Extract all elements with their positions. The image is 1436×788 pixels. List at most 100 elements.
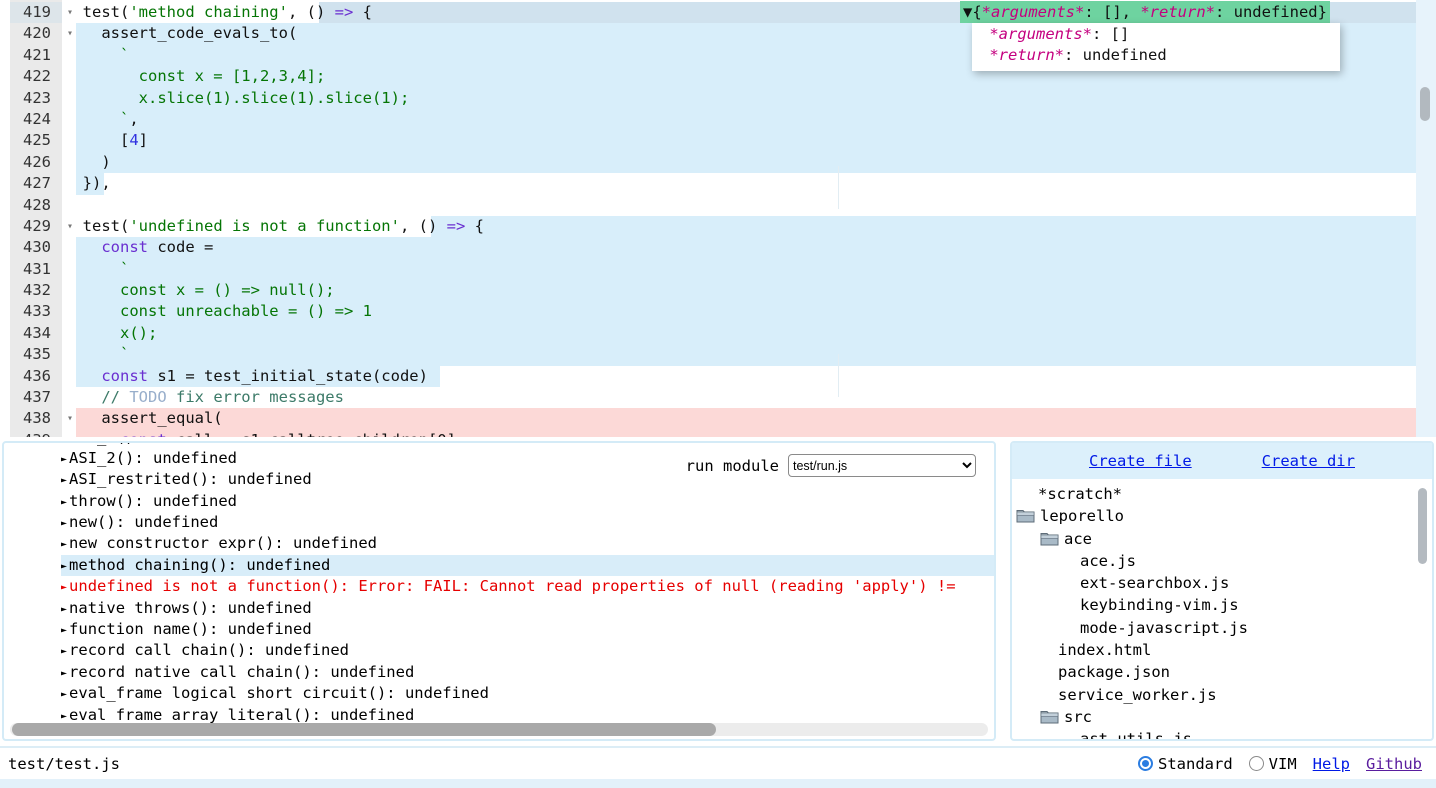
- code-line[interactable]: const x = () => null();: [64, 280, 1416, 301]
- expand-arrow-icon[interactable]: ►: [61, 625, 67, 636]
- tree-file-item[interactable]: ext-searchbox.js: [1012, 572, 1432, 594]
- test-result-item[interactable]: ►record native call chain(): undefined: [61, 662, 994, 683]
- gutter-line-number: 433: [10, 301, 62, 322]
- editor-scrollbar-thumb[interactable]: [1420, 87, 1430, 121]
- code-line[interactable]: const code =: [64, 237, 1416, 258]
- fold-caret-icon[interactable]: ▾: [67, 216, 73, 237]
- eval-highlight: [76, 109, 1416, 130]
- gutter-line-number: 423: [10, 88, 62, 109]
- tree-file-item[interactable]: keybinding-vim.js: [1012, 594, 1432, 616]
- tree-file-item[interactable]: ast_utils.js: [1012, 728, 1432, 739]
- test-result-item[interactable]: ►function name(): undefined: [61, 619, 994, 640]
- code-line[interactable]: assert_equal(: [64, 408, 1416, 429]
- expand-arrow-icon[interactable]: ►: [61, 711, 67, 722]
- code-line[interactable]: `: [64, 259, 1416, 280]
- files-scrollbar-thumb[interactable]: [1418, 488, 1427, 564]
- value-explorer-header[interactable]: ▼{*arguments*: [], *return*: undefined}: [960, 1, 1330, 23]
- test-result-label: undefined is not a function(): Error: FA…: [69, 577, 956, 595]
- tree-dir-item[interactable]: leporello: [1012, 505, 1432, 527]
- output-hscrollbar[interactable]: [10, 723, 988, 736]
- code-line[interactable]: [64, 195, 1416, 216]
- test-result-item[interactable]: ►new(): undefined: [61, 512, 994, 533]
- gutter-line-number: 419▾: [10, 2, 62, 23]
- code-line[interactable]: const s1 = test_initial_state(code): [64, 366, 1416, 387]
- create-dir-link[interactable]: Create dir: [1262, 452, 1355, 470]
- radio-selected-icon[interactable]: [1138, 756, 1153, 771]
- code-line[interactable]: [4]: [64, 130, 1416, 151]
- expand-arrow-icon[interactable]: ►: [61, 518, 67, 529]
- code-line[interactable]: test('undefined is not a function', () =…: [64, 216, 1416, 237]
- help-link[interactable]: Help: [1313, 755, 1350, 773]
- gutter-line-number: 435: [10, 344, 62, 365]
- test-result-item[interactable]: ►undefined is not a function(): Error: F…: [61, 576, 994, 597]
- code-line[interactable]: x.slice(1).slice(1).slice(1);: [64, 88, 1416, 109]
- tree-dir-item[interactable]: src: [1012, 706, 1432, 728]
- tree-file-item[interactable]: package.json: [1012, 661, 1432, 683]
- tree-item-label: ext-searchbox.js: [1080, 572, 1229, 594]
- code-line[interactable]: const unreachable = () => 1: [64, 301, 1416, 322]
- gutter-line-number: 429▾: [10, 216, 62, 237]
- radio-unselected-icon[interactable]: [1249, 756, 1264, 771]
- expand-arrow-icon[interactable]: ►: [61, 668, 67, 679]
- expand-arrow-icon[interactable]: ►: [61, 646, 67, 657]
- value-explorer-row[interactable]: *return*: undefined: [980, 45, 1332, 66]
- expand-arrow-icon[interactable]: ►: [61, 475, 67, 486]
- tree-file-item[interactable]: *scratch*: [1012, 483, 1432, 505]
- code-editor[interactable]: 419▾420▾421422423424425426427428429▾4304…: [0, 0, 1436, 437]
- create-file-link[interactable]: Create file: [1089, 452, 1192, 470]
- gutter-line-number: 430: [10, 237, 62, 258]
- radio-label: Standard: [1158, 755, 1233, 773]
- tree-item-label: *scratch*: [1038, 483, 1122, 505]
- test-result-item[interactable]: ►ASI_1(): undefined: [61, 441, 994, 448]
- expand-arrow-icon[interactable]: ►: [61, 539, 67, 550]
- test-result-item[interactable]: ►eval_frame logical short circuit(): und…: [61, 683, 994, 704]
- editor-scrollbar[interactable]: [1416, 0, 1436, 437]
- expand-arrow-icon[interactable]: ►: [61, 497, 67, 508]
- expand-arrow-icon[interactable]: ►: [61, 689, 67, 700]
- eval-highlight: [76, 323, 1416, 344]
- gutter-line-number: 426: [10, 152, 62, 173]
- expand-arrow-icon[interactable]: ►: [61, 561, 67, 572]
- test-result-item[interactable]: ►record call chain(): undefined: [61, 640, 994, 661]
- tree-file-item[interactable]: ace.js: [1012, 550, 1432, 572]
- output-hscrollbar-thumb[interactable]: [12, 723, 716, 736]
- value-explorer-body: *arguments*: [] *return*: undefined: [972, 23, 1340, 71]
- test-result-item[interactable]: ►method chaining(): undefined: [61, 555, 994, 576]
- expand-arrow-icon[interactable]: ►: [61, 441, 67, 444]
- code-line[interactable]: x();: [64, 323, 1416, 344]
- tree-file-item[interactable]: mode-javascript.js: [1012, 617, 1432, 639]
- test-result-label: eval_frame array_literal(): undefined: [69, 706, 414, 724]
- keybinding-vim-radio[interactable]: VIM: [1249, 755, 1297, 773]
- tree-item-label: src: [1064, 706, 1092, 728]
- tree-file-item[interactable]: index.html: [1012, 639, 1432, 661]
- code-line[interactable]: }),: [64, 173, 1416, 194]
- code-line[interactable]: ): [64, 152, 1416, 173]
- test-result-item[interactable]: ►native throws(): undefined: [61, 598, 994, 619]
- test-result-item[interactable]: ►throw(): undefined: [61, 491, 994, 512]
- run-module-select[interactable]: test/run.js: [788, 454, 976, 477]
- fold-caret-icon[interactable]: ▾: [67, 408, 73, 429]
- pane-divider: [838, 166, 839, 209]
- github-link[interactable]: Github: [1366, 755, 1422, 773]
- fold-caret-icon[interactable]: ▾: [67, 23, 73, 44]
- keybinding-standard-radio[interactable]: Standard: [1138, 755, 1233, 773]
- tree-item-label: keybinding-vim.js: [1080, 594, 1239, 616]
- code-line[interactable]: `,: [64, 109, 1416, 130]
- test-result-item[interactable]: ►new constructor expr(): undefined: [61, 533, 994, 554]
- gutter-line-number: 431: [10, 259, 62, 280]
- expand-arrow-icon[interactable]: ►: [61, 454, 67, 465]
- value-explorer-row[interactable]: *arguments*: []: [980, 24, 1332, 45]
- eval-highlight: [76, 237, 1416, 258]
- test-output-panel: ►ASI_1(): undefined►ASI_2(): undefined►A…: [2, 441, 996, 741]
- code-line[interactable]: `: [64, 344, 1416, 365]
- tree-file-item[interactable]: service_worker.js: [1012, 684, 1432, 706]
- test-result-label: record native call chain(): undefined: [69, 663, 414, 681]
- expand-arrow-icon[interactable]: ►: [61, 604, 67, 615]
- tree-dir-item[interactable]: ace: [1012, 528, 1432, 550]
- code-line[interactable]: // TODO fix error messages: [64, 387, 1416, 408]
- test-result-label: new constructor expr(): undefined: [69, 534, 377, 552]
- expand-arrow-icon[interactable]: ►: [61, 582, 67, 593]
- code-line[interactable]: const call = s1.calltree.children[0]: [64, 430, 1416, 437]
- status-bar: test/test.js Standard VIM Help Github: [0, 746, 1436, 779]
- fold-caret-icon[interactable]: ▾: [67, 2, 73, 23]
